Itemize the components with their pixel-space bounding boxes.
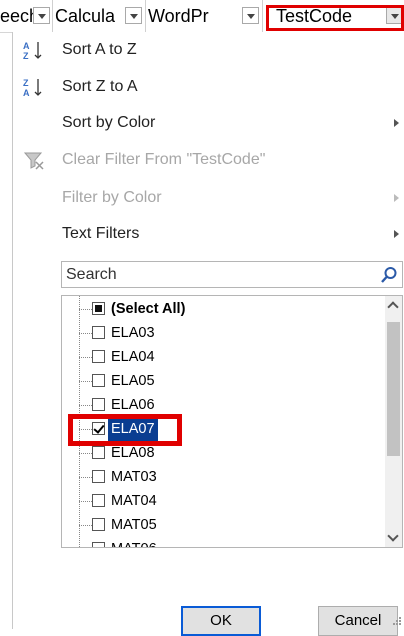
list-item-label: MAT06 [111,537,157,547]
tree-connector-line [79,381,92,382]
list-item[interactable]: MAT06 [62,537,372,547]
column-header-calculator[interactable]: Calcula [55,3,124,30]
sort-descending-icon: Z A [23,78,42,97]
checkbox[interactable] [92,350,105,363]
list-item-label: ELA03 [111,325,155,341]
column-header-label: eech [0,6,33,26]
submenu-arrow-icon [394,230,399,238]
svg-text:Z: Z [23,78,29,88]
checkbox[interactable] [92,542,105,547]
menu-label: Sort by Color [62,114,156,131]
tree-connector-line [79,453,92,454]
menu-label: Filter by Color [62,189,162,206]
menu-label: Clear Filter From "TestCode" [62,151,266,168]
list-item-label: ELA04 [111,349,155,365]
column-header-label: Calcula [55,6,116,26]
checkbox[interactable] [92,374,105,387]
list-item[interactable]: MAT04 [62,489,372,513]
column-header-label: WordPr [148,6,209,26]
list-item-label: MAT03 [111,469,157,485]
menu-clear-filter: Clear Filter From "TestCode" [13,145,404,175]
column-header-speech[interactable]: eech [0,3,33,30]
tree-connector-line [79,501,92,502]
list-item[interactable]: ELA04 [62,345,372,369]
clear-filter-icon [23,152,44,170]
column-separator [262,0,263,32]
menu-sort-by-color[interactable]: Sort by Color [13,108,404,138]
filter-dropdown-button[interactable] [242,7,259,24]
checkbox[interactable] [92,470,105,483]
sort-ascending-icon: A Z [23,41,42,60]
column-header-wordprocessor[interactable]: WordPr [148,3,240,30]
menu-sort-a-to-z[interactable]: A Z Sort A to Z [13,35,404,65]
column-header-row: eech Calcula WordPr TestCode [0,0,404,33]
checkbox[interactable] [92,494,105,507]
tree-connector-line [79,357,92,358]
submenu-arrow-icon [394,119,399,127]
submenu-arrow-icon [394,194,399,202]
checkbox-partial[interactable] [92,302,105,315]
tree-connector-line [79,405,92,406]
list-item-label: ELA05 [111,373,155,389]
search-icon[interactable] [379,265,399,285]
search-box [61,261,403,288]
filter-dropdown-button[interactable] [125,7,142,24]
menu-sort-z-to-a[interactable]: Z A Sort Z to A [13,72,404,102]
menu-label: Sort A to Z [62,41,137,58]
column-separator [145,0,146,32]
menu-label: Text Filters [62,225,140,242]
tree-connector-line [79,309,92,310]
menu-filter-by-color: Filter by Color [13,183,404,213]
scroll-down-arrow-icon[interactable] [385,530,402,547]
list-item-label: MAT05 [111,517,157,533]
filter-dropdown-button[interactable] [33,7,50,24]
resize-grip-icon[interactable] [393,617,401,625]
list-item-label: MAT04 [111,493,157,509]
menu-text-filters[interactable]: Text Filters [13,219,404,249]
cancel-button[interactable]: Cancel [318,606,398,636]
column-separator [52,0,53,32]
vertical-scrollbar[interactable] [385,296,402,547]
list-item[interactable]: MAT03 [62,465,372,489]
autofilter-panel: A Z Sort A to Z Z A Sort Z to A Sort by … [12,32,404,636]
svg-text:A: A [23,88,30,97]
checkbox[interactable] [92,446,105,459]
svg-text:A: A [23,41,30,51]
tree-connector-line [79,525,92,526]
checkbox[interactable] [92,398,105,411]
checkbox[interactable] [92,326,105,339]
list-item[interactable]: ELA03 [62,321,372,345]
list-item[interactable]: MAT05 [62,513,372,537]
highlight-box [266,5,404,31]
tree-connector-line [79,477,92,478]
scroll-up-arrow-icon[interactable] [385,296,402,313]
svg-text:Z: Z [23,51,29,60]
scrollbar-thumb[interactable] [387,322,400,456]
menu-label: Sort Z to A [62,78,138,95]
checkbox[interactable] [92,518,105,531]
highlight-box [68,414,182,446]
list-item-select-all[interactable]: (Select All) [62,297,372,321]
tree-connector-line [79,333,92,334]
list-item-label: (Select All) [111,301,186,317]
search-input[interactable] [62,262,362,287]
ok-button[interactable]: OK [181,606,261,636]
list-item[interactable]: ELA05 [62,369,372,393]
